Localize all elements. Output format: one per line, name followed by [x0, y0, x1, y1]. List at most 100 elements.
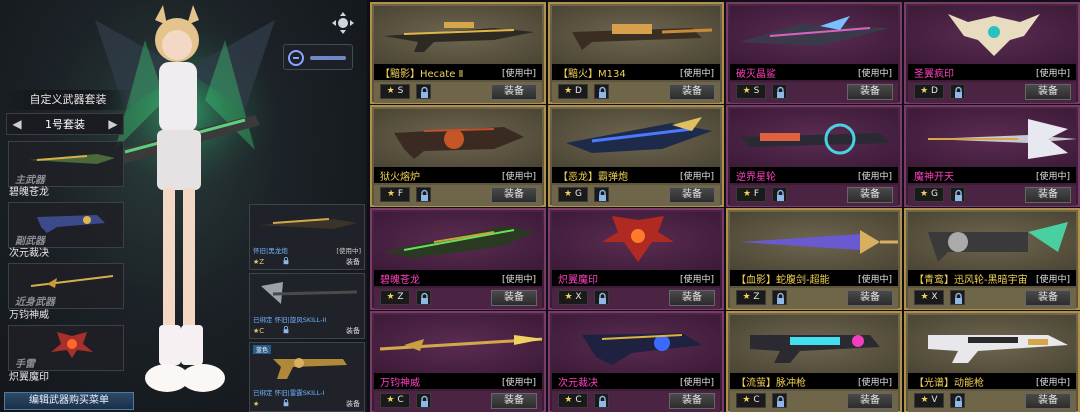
hotkey-badge[interactable]: ★ C	[558, 393, 588, 408]
hotkey-badge[interactable]: ★ C	[380, 393, 410, 408]
hotkey-badge[interactable]: ★ Z	[380, 290, 410, 305]
lock-icon[interactable]	[282, 257, 290, 265]
slot-melee-weapon[interactable]: 近身武器	[8, 263, 124, 309]
preview-equip-button[interactable]: 装备	[346, 399, 360, 409]
lock-icon[interactable]	[416, 84, 431, 99]
weapon-art	[908, 109, 1076, 167]
weapon-card[interactable]: 狱火熔炉 [使用中] ★ F 装备	[370, 105, 546, 207]
weapon-card[interactable]: 碧魄苍龙 [使用中] ★ Z 装备	[370, 208, 546, 310]
lock-icon[interactable]	[594, 84, 609, 99]
weapon-card[interactable]: 破灭晶鲨 [使用中] ★ S 装备	[726, 2, 902, 104]
lock-icon[interactable]	[950, 84, 965, 99]
weapon-card[interactable]: 炽翼魔印 [使用中] ★ X 装备	[548, 208, 724, 310]
hotkey-badge[interactable]: ★ D	[914, 84, 944, 99]
equip-button[interactable]: 装备	[847, 84, 893, 100]
weapon-card[interactable]: 【光谱】动能枪 [使用中] ★ V 装备	[904, 311, 1080, 412]
equip-button[interactable]: 装备	[847, 393, 893, 409]
lock-icon[interactable]	[772, 187, 787, 202]
lock-icon[interactable]	[950, 187, 965, 202]
slot-primary-weapon[interactable]: 主武器	[8, 141, 124, 187]
previous-set-arrow-icon[interactable]: ◀	[11, 117, 23, 131]
hotkey-badge[interactable]: ★ D	[558, 84, 588, 99]
equip-button[interactable]: 装备	[847, 290, 893, 306]
zoom-slider[interactable]	[283, 44, 353, 70]
weapon-card[interactable]: 【黯火】M134 [使用中] ★ D 装备	[548, 2, 724, 104]
preview-card[interactable]: 蓝色 已绑定 怀旧|雷霆SKILL-I ★ 装备	[249, 342, 365, 412]
hotkey-badge[interactable]: ★ G	[914, 187, 944, 202]
weapon-action-row: ★ G 装备	[908, 185, 1076, 206]
lock-icon[interactable]	[772, 84, 787, 99]
equip-button[interactable]: 装备	[491, 84, 537, 100]
lock-icon[interactable]	[772, 290, 787, 305]
equip-button[interactable]: 装备	[491, 187, 537, 203]
weapon-action-row: ★ C 装备	[552, 391, 720, 412]
hotkey-badge[interactable]: ★ F	[736, 187, 766, 202]
serpent-sword-icon	[740, 230, 898, 254]
equip-button[interactable]: 装备	[847, 187, 893, 203]
weapon-card[interactable]: 次元裁决 [使用中] ★ C 装备	[548, 311, 724, 412]
preview-weapon-name: 已绑定 怀旧|雷霆SKILL-I	[253, 389, 325, 397]
weapon-card[interactable]: 【血影】蛇腹剑-超能 [使用中] ★ Z 装备	[726, 208, 902, 310]
weapon-name-row: 【黯火】M134 [使用中]	[552, 64, 720, 80]
weapon-card[interactable]: 【青鸾】迅风轮-黑暗宇宙 [使用中] ★ X 装备	[904, 208, 1080, 310]
hotkey-badge[interactable]: ★ S	[380, 84, 410, 99]
equip-button[interactable]: 装备	[1025, 84, 1071, 100]
weapon-art	[730, 212, 898, 270]
lock-icon[interactable]	[950, 393, 965, 408]
hotkey-badge[interactable]: ★ G	[558, 187, 588, 202]
thunder-revolver-icon	[273, 358, 347, 379]
hotkey-badge[interactable]: ★ S	[736, 84, 766, 99]
lock-icon[interactable]	[416, 187, 431, 202]
lock-icon[interactable]	[594, 187, 609, 202]
equip-button[interactable]: 装备	[669, 393, 715, 409]
slot-grenade[interactable]: 手雷	[8, 325, 124, 371]
weapon-name-row: 【血影】蛇腹剑-超能 [使用中]	[730, 270, 898, 286]
equip-button[interactable]: 装备	[1025, 187, 1071, 203]
weapon-card[interactable]: 【恶龙】霸弹炮 [使用中] ★ G 装备	[548, 105, 724, 207]
next-set-arrow-icon[interactable]: ▶	[107, 117, 119, 131]
equip-button[interactable]: 装备	[669, 290, 715, 306]
weapon-card[interactable]: 【黯影】Hecate Ⅱ [使用中] ★ S 装备	[370, 2, 546, 104]
lock-icon[interactable]	[416, 290, 431, 305]
weapon-card[interactable]: 【流萤】脉冲枪 [使用中] ★ C 装备	[726, 311, 902, 412]
weapon-card[interactable]: 圣翼疯印 [使用中] ★ D 装备	[904, 2, 1080, 104]
lock-icon[interactable]	[282, 326, 290, 334]
equip-button[interactable]: 装备	[1025, 290, 1071, 306]
weapon-name: 【流萤】脉冲枪	[736, 377, 806, 389]
hotkey-letter: V	[931, 395, 938, 405]
preview-equip-button[interactable]: 装备	[346, 257, 360, 267]
rotate-camera-icon[interactable]	[330, 10, 356, 36]
equip-button[interactable]: 装备	[491, 393, 537, 409]
preview-card[interactable]: 怀旧|黑龙炮 [使用中] ★Z 装备	[249, 204, 365, 270]
equip-button[interactable]: 装备	[669, 84, 715, 100]
divine-spear-icon	[379, 335, 542, 351]
preview-equip-button[interactable]: 装备	[346, 326, 360, 336]
equip-button[interactable]: 装备	[491, 290, 537, 306]
hotkey-badge[interactable]: ★ X	[558, 290, 588, 305]
weapon-card[interactable]: 魔神开天 [使用中] ★ G 装备	[904, 105, 1080, 207]
lock-icon[interactable]	[282, 399, 290, 407]
equip-button[interactable]: 装备	[1025, 393, 1071, 409]
loadout-set-selector[interactable]: ◀ 1号套装 ▶	[6, 113, 124, 135]
slot-secondary-weapon[interactable]: 副武器	[8, 202, 124, 248]
lock-icon[interactable]	[594, 393, 609, 408]
weapon-action-row: ★ Z 装备	[374, 288, 542, 309]
weapon-card[interactable]: 逆界星轮 [使用中] ★ F 装备	[726, 105, 902, 207]
slot-weapon-name: 次元裁决	[9, 248, 49, 259]
lock-icon[interactable]	[772, 393, 787, 408]
lock-icon[interactable]	[950, 290, 965, 305]
hotkey-badge[interactable]: ★ C	[736, 393, 766, 408]
preview-card[interactable]: 已绑定 怀旧|旋风SKILL-II ★C 装备	[249, 273, 365, 339]
equip-button[interactable]: 装备	[669, 187, 715, 203]
hotkey-badge[interactable]: ★ Z	[736, 290, 766, 305]
lock-icon[interactable]	[594, 290, 609, 305]
hotkey-letter: C	[753, 395, 760, 405]
slot-weapon-name: 碧魄苍龙	[9, 187, 49, 198]
weapon-name: 破灭晶鲨	[736, 68, 776, 80]
lock-icon[interactable]	[416, 393, 431, 408]
edit-purchase-menu-button[interactable]: 编辑武器购买菜单	[4, 392, 134, 410]
hotkey-badge[interactable]: ★ V	[914, 393, 944, 408]
weapon-card[interactable]: 万钧神威 [使用中] ★ C 装备	[370, 311, 546, 412]
hotkey-badge[interactable]: ★ X	[914, 290, 944, 305]
hotkey-badge[interactable]: ★ F	[380, 187, 410, 202]
